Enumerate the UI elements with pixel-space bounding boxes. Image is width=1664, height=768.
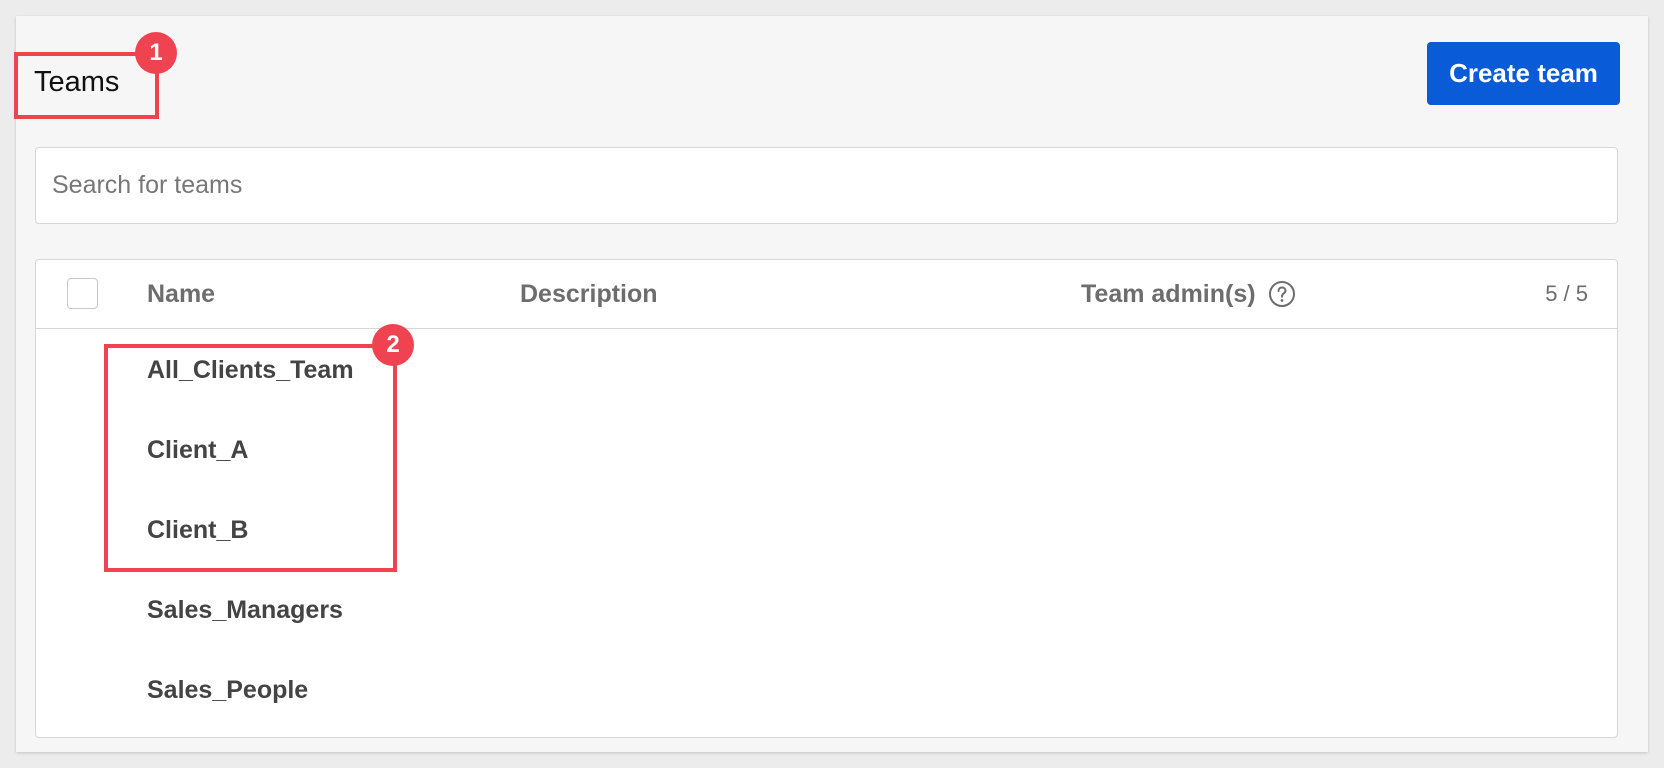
team-name[interactable]: Sales_Managers xyxy=(147,594,343,626)
table-row[interactable]: All_Clients_Team xyxy=(36,329,1617,409)
table-body: All_Clients_Team Client_A Client_B Sales… xyxy=(36,329,1617,729)
team-name[interactable]: Sales_People xyxy=(147,674,308,706)
teams-table: Name Description Team admin(s) 5 / 5 All… xyxy=(35,259,1618,738)
table-row[interactable]: Sales_Managers xyxy=(36,569,1617,649)
table-row[interactable]: Sales_People xyxy=(36,649,1617,729)
team-count: 5 / 5 xyxy=(1545,281,1588,306)
annotation-marker-2: 2 xyxy=(372,324,414,366)
create-team-button[interactable]: Create team xyxy=(1427,42,1620,105)
help-icon[interactable] xyxy=(1268,280,1296,308)
team-name[interactable]: Client_B xyxy=(147,514,248,546)
select-all-checkbox[interactable] xyxy=(67,278,98,309)
search-input[interactable] xyxy=(36,148,1617,223)
table-header: Name Description Team admin(s) 5 / 5 xyxy=(36,260,1617,329)
table-row[interactable]: Client_A xyxy=(36,409,1617,489)
column-header-team-admins[interactable]: Team admin(s) xyxy=(1081,278,1256,310)
table-row[interactable]: Client_B xyxy=(36,489,1617,569)
page-title: Teams xyxy=(34,66,120,98)
team-name[interactable]: All_Clients_Team xyxy=(147,354,354,386)
search-field[interactable] xyxy=(35,147,1618,224)
annotation-marker-1: 1 xyxy=(135,32,177,74)
teams-panel: Teams Create team Name Description Team … xyxy=(16,16,1648,752)
column-header-name[interactable]: Name xyxy=(147,278,215,310)
column-header-description[interactable]: Description xyxy=(520,278,658,310)
team-name[interactable]: Client_A xyxy=(147,434,248,466)
